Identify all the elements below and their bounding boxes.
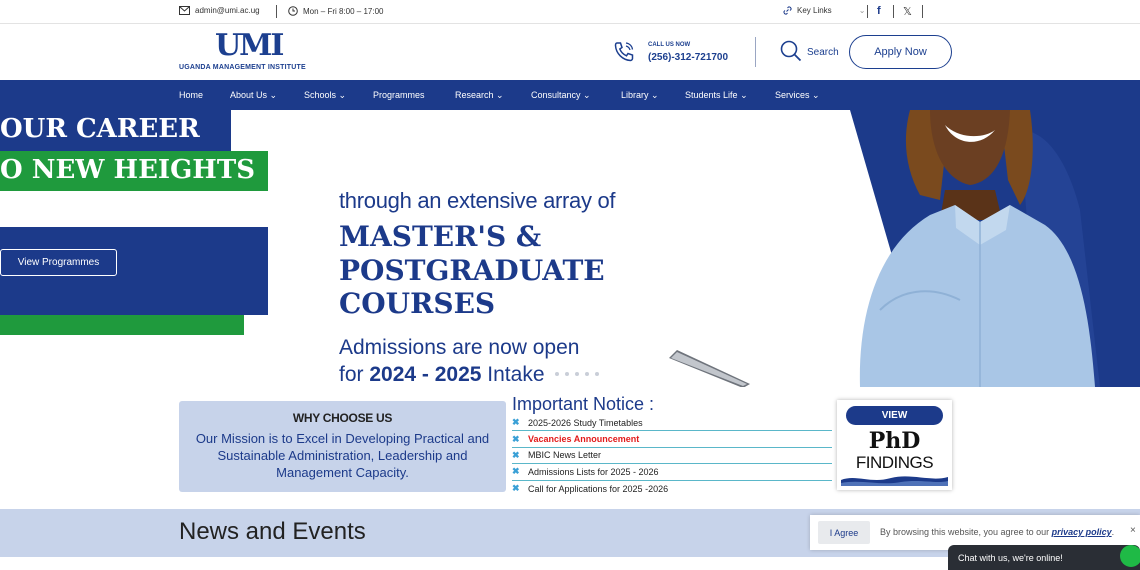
divider	[922, 5, 923, 18]
hero-subline: through an extensive array of	[339, 188, 616, 213]
main-nav: Home About Us ⌄ Schools ⌄ Programmes Res…	[0, 80, 1140, 110]
chat-text: Chat with us, we're online!	[958, 553, 1063, 563]
divider	[893, 5, 894, 18]
key-links-dropdown[interactable]: Key Links ⌄	[783, 6, 865, 15]
notice-item[interactable]: ✖ 2025-2026 Study Timetables	[512, 415, 832, 432]
chevron-down-icon: ⌄	[858, 6, 866, 15]
student-photo	[850, 110, 1140, 387]
facebook-icon: f	[877, 5, 881, 17]
phd-label: PhD	[868, 428, 921, 454]
top-bar: admin@umi.ac.ug Mon – Fri 8:00 – 17:00 K…	[0, 0, 1140, 24]
phd-findings-card[interactable]: VIEW PhD FINDINGS	[837, 400, 952, 490]
findings-label: FINDINGS	[855, 453, 934, 472]
privacy-policy-link[interactable]: privacy policy	[1052, 527, 1112, 537]
why-choose-us-box: WHY CHOOSE US Our Mission is to Excel in…	[179, 401, 506, 492]
chevron-down-icon: ⌄	[740, 90, 748, 100]
agree-button[interactable]: I Agree	[818, 521, 870, 544]
phd-view-button[interactable]: VIEW	[846, 406, 943, 425]
mission-text: Our Mission is to Excel in Developing Pr…	[195, 431, 490, 480]
nav-item-programmes[interactable]: Programmes	[373, 90, 425, 100]
nav-item-students-life[interactable]: Students Life ⌄	[685, 90, 748, 101]
divider	[755, 37, 756, 67]
cross-icon: ✖	[512, 483, 520, 494]
apply-now-button[interactable]: Apply Now	[849, 35, 952, 69]
nav-item-research[interactable]: Research ⌄	[455, 90, 504, 101]
divider	[867, 5, 868, 18]
call-us-label: CALL US NOW	[648, 42, 691, 48]
intake-text: for 2024 - 2025 Intake	[339, 363, 545, 386]
chevron-down-icon: ⌄	[338, 90, 347, 100]
cross-icon: ✖	[512, 433, 520, 444]
link-icon	[783, 6, 792, 15]
notice-list: ✖ 2025-2026 Study Timetables ✖ Vacancies A…	[512, 415, 832, 497]
hero-big-text: MASTER'S &	[339, 220, 542, 253]
chat-widget[interactable]: Chat with us, we're online!	[948, 545, 1140, 570]
x-twitter-icon: 𝕏	[903, 6, 912, 18]
notice-title: Important Notice :	[512, 394, 655, 414]
chevron-down-icon: ⌄	[269, 90, 278, 100]
x-twitter-link[interactable]: 𝕏	[903, 5, 912, 18]
cross-icon: ✖	[512, 466, 520, 477]
cross-icon: ✖	[512, 417, 520, 428]
hours-text: Mon – Fri 8:00 – 17:00	[303, 6, 384, 16]
wave-graphic	[841, 476, 948, 486]
hero-big-text: COURSES	[339, 287, 496, 320]
chevron-down-icon: ⌄	[651, 90, 659, 100]
cookie-text: By browsing this website, you agree to o…	[880, 527, 1115, 537]
tablet-image	[669, 350, 750, 387]
chevron-down-icon: ⌄	[812, 90, 820, 100]
hero-heading-line1: OUR CAREER	[0, 114, 200, 144]
hero-accent-bar	[0, 315, 244, 335]
chat-status-icon	[1120, 545, 1140, 567]
hero-heading-line2: O NEW HEIGHTS	[0, 155, 255, 185]
notice-item[interactable]: ✖ Admissions Lists for 2025 - 2026	[512, 464, 832, 481]
nav-item-home[interactable]: Home	[179, 90, 203, 100]
hero-slider: OUR CAREER O NEW HEIGHTS View Programmes…	[0, 110, 1140, 387]
office-hours: Mon – Fri 8:00 – 17:00	[288, 6, 384, 16]
cross-icon: ✖	[512, 449, 520, 460]
slider-dot[interactable]	[595, 372, 599, 376]
slider-dot[interactable]	[585, 372, 589, 376]
nav-item-library[interactable]: Library ⌄	[621, 90, 659, 101]
mail-icon	[179, 6, 190, 15]
slider-dot[interactable]	[575, 372, 579, 376]
slider-dots	[555, 372, 599, 376]
hero-big-text: POSTGRADUATE	[339, 254, 605, 287]
phone-icon	[614, 42, 634, 62]
search-icon[interactable]	[780, 40, 802, 62]
admissions-text: Admissions are now open	[339, 336, 580, 359]
key-links-label: Key Links	[797, 6, 832, 15]
nav-item-schools[interactable]: Schools ⌄	[304, 90, 346, 101]
nav-item-consultancy[interactable]: Consultancy ⌄	[531, 90, 591, 101]
clock-icon	[288, 6, 298, 16]
logo-text: UGANDA MANAGEMENT INSTITUTE	[179, 64, 306, 71]
close-icon[interactable]: ×	[1130, 525, 1136, 536]
divider	[276, 5, 277, 18]
email-text: admin@umi.ac.ug	[195, 6, 260, 15]
notice-item[interactable]: ✖ MBIC News Letter	[512, 448, 832, 465]
chevron-down-icon: ⌄	[583, 90, 591, 100]
news-events-title: News and Events	[179, 518, 366, 545]
slider-dot[interactable]	[565, 372, 569, 376]
notice-item[interactable]: ✖ Call for Applications for 2025 -2026	[512, 481, 832, 497]
chevron-down-icon: ⌄	[496, 90, 504, 100]
umi-logo[interactable]: UMI	[215, 31, 284, 61]
notice-item[interactable]: ✖ Vacancies Announcement	[512, 431, 832, 448]
why-title: WHY CHOOSE US	[292, 411, 393, 425]
call-number[interactable]: (256)-312-721700	[648, 52, 728, 63]
nav-item-services[interactable]: Services ⌄	[775, 90, 820, 101]
site-header: UMI UGANDA MANAGEMENT INSTITUTE CALL US …	[0, 24, 1140, 80]
facebook-link[interactable]: f	[877, 5, 881, 17]
search-label[interactable]: Search	[807, 47, 839, 58]
slider-dot[interactable]	[555, 372, 559, 376]
view-programmes-button[interactable]: View Programmes	[0, 249, 117, 276]
nav-item-about-us[interactable]: About Us ⌄	[230, 90, 277, 101]
email-contact[interactable]: admin@umi.ac.ug	[179, 6, 260, 15]
